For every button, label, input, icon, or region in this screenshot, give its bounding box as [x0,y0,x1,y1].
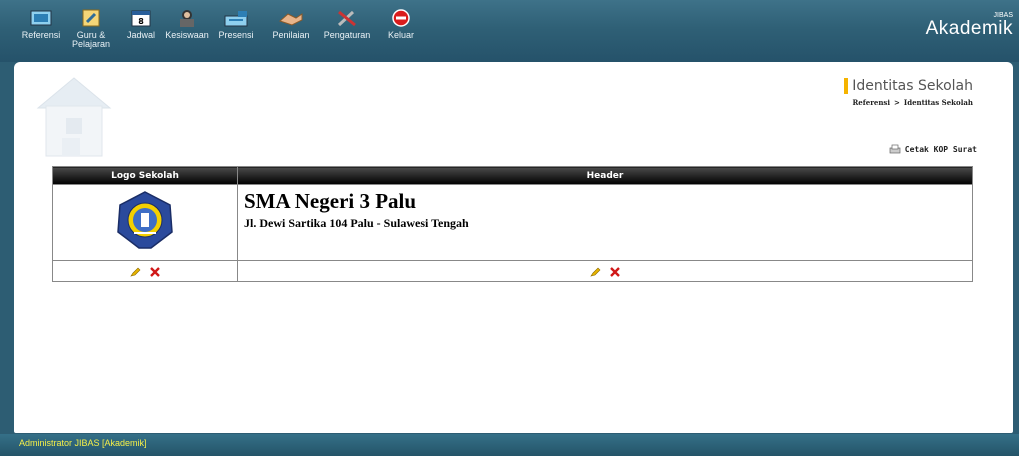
breadcrumb-separator: > [894,98,900,107]
logo-actions [52,259,238,283]
table-row: SMA Negeri 3 Palu Jl. Dewi Sartika 104 P… [52,184,973,261]
school-logo [114,191,176,255]
breadcrumb-current: Identitas Sekolah [903,98,973,107]
nav-pengaturan[interactable]: Pengaturan [322,8,372,40]
nav-jadwal[interactable]: 8 Jadwal [121,8,161,40]
nav-keluar[interactable]: Keluar [384,8,418,40]
header-actions [237,259,973,283]
attendance-icon [223,8,249,28]
nav-guru-pelajaran[interactable]: Guru & Pelajaran [70,8,112,49]
logged-in-user: Administrator JIBAS [Akademik] [19,438,147,448]
students-icon [174,8,200,28]
main-content: Identitas Sekolah Referensi > Identitas Se… [14,62,1013,433]
delete-header-x-icon[interactable] [610,262,620,281]
edit-header-pencil-icon[interactable] [590,262,601,281]
tools-icon [334,8,360,28]
school-address: Jl. Dewi Sartika 104 Palu - Sulawesi Ten… [244,216,469,230]
nav-penilaian[interactable]: Penilaian [269,8,313,40]
page-title: Identitas Sekolah [844,78,973,94]
svg-text:8: 8 [138,17,144,26]
breadcrumb: Referensi > Identitas Sekolah [852,98,973,107]
print-kop-label: Cetak KOP Surat [904,145,977,154]
house-icon [36,72,112,162]
nav-referensi[interactable]: Referensi [20,8,62,40]
school-identity-table: Logo Sekolah Header SMA Negeri 3 Palu Jl… [52,166,973,283]
school-name: SMA Negeri 3 Palu [244,189,417,213]
column-header-header: Header [237,166,973,185]
calendar-icon: 8 [128,8,154,28]
top-toolbar: Referensi Guru & Pelajaran 8 Jadwal Kesi… [0,0,1019,62]
edit-logo-pencil-icon[interactable] [130,262,141,281]
column-header-logo: Logo Sekolah [52,166,238,185]
table-row-actions [52,259,973,283]
logo-cell [52,184,238,261]
nav-presensi[interactable]: Presensi [216,8,256,40]
handshake-icon [278,8,304,28]
status-bar: Administrator JIBAS [Akademik] [0,434,1019,456]
nav-kesiswaan[interactable]: Kesiswaan [164,8,210,40]
book-icon [28,8,54,28]
breadcrumb-referensi[interactable]: Referensi [852,98,890,107]
print-icon [889,144,905,154]
delete-logo-x-icon[interactable] [150,262,160,281]
print-kop-link[interactable]: Cetak KOP Surat [889,144,977,154]
brand-logo-text: Akademik [925,18,1013,39]
power-icon [388,8,414,28]
header-cell: SMA Negeri 3 Palu Jl. Dewi Sartika 104 P… [237,184,973,261]
teacher-icon [78,8,104,28]
